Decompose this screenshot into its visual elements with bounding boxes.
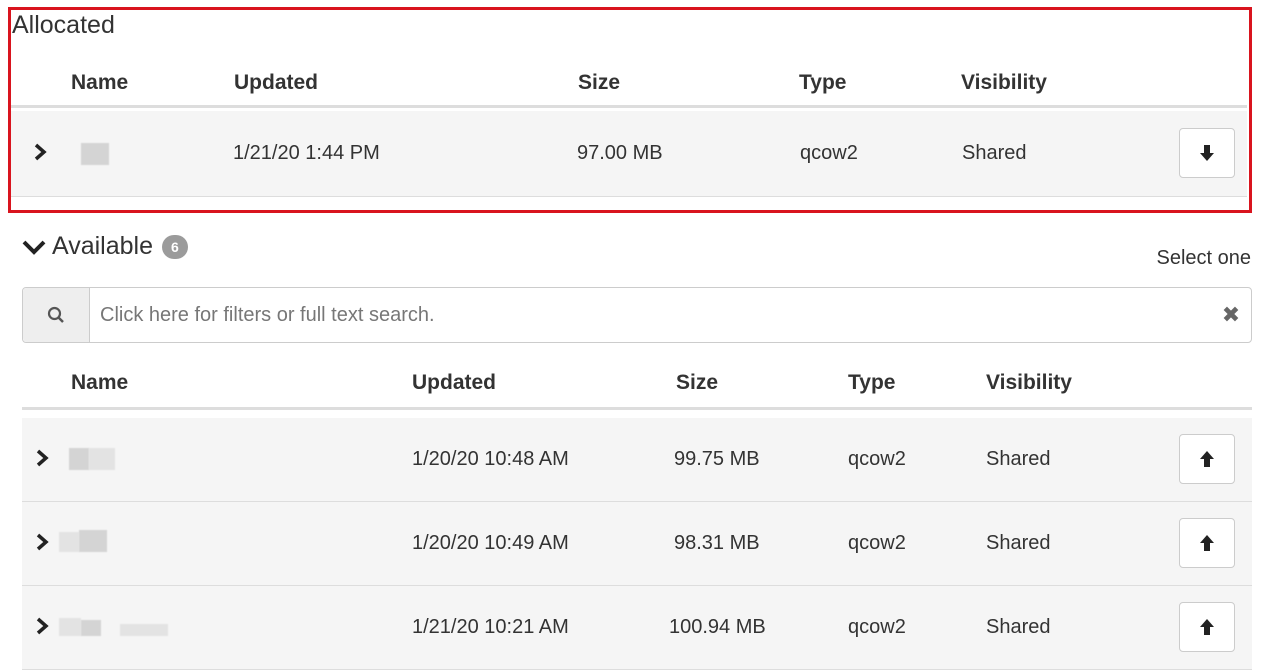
cell-visibility: Shared bbox=[962, 142, 1027, 164]
chevron-right-icon[interactable] bbox=[35, 615, 49, 641]
cell-size: 99.75 MB bbox=[674, 448, 760, 470]
cell-visibility: Shared bbox=[986, 532, 1051, 554]
redacted-name bbox=[69, 448, 89, 470]
chevron-down-icon bbox=[22, 240, 46, 255]
close-icon[interactable]: ✖ bbox=[1211, 288, 1251, 342]
available-count-badge: 6 bbox=[162, 234, 188, 259]
search-input[interactable] bbox=[90, 288, 1211, 342]
cell-visibility: Shared bbox=[986, 448, 1051, 470]
cell-size: 100.94 MB bbox=[669, 616, 766, 638]
arrow-up-icon bbox=[1200, 619, 1214, 635]
chevron-right-icon[interactable] bbox=[35, 447, 49, 473]
search-icon[interactable] bbox=[23, 288, 90, 342]
table-row: 1/20/20 10:48 AM 99.75 MB qcow2 Shared bbox=[22, 418, 1252, 502]
available-title: Available bbox=[52, 232, 154, 260]
cell-type: qcow2 bbox=[848, 532, 906, 554]
redacted-name bbox=[89, 448, 115, 470]
cell-size: 98.31 MB bbox=[674, 532, 760, 554]
redacted-name bbox=[59, 532, 79, 552]
available-table-header: Name Updated Size Type Visibility bbox=[22, 358, 1252, 410]
allocate-button[interactable] bbox=[1179, 518, 1235, 568]
cell-size: 97.00 MB bbox=[577, 142, 663, 164]
column-header-size[interactable]: Size bbox=[676, 371, 718, 395]
available-section-toggle[interactable]: Available 6 bbox=[22, 232, 188, 261]
column-header-name[interactable]: Name bbox=[71, 371, 128, 395]
table-row: 1/21/20 1:44 PM 97.00 MB qcow2 Shared bbox=[11, 111, 1247, 197]
chevron-right-icon[interactable] bbox=[33, 141, 47, 167]
chevron-right-icon[interactable] bbox=[35, 531, 49, 557]
column-header-size[interactable]: Size bbox=[578, 71, 620, 95]
arrow-up-icon bbox=[1200, 535, 1214, 551]
column-header-visibility[interactable]: Visibility bbox=[961, 71, 1047, 95]
search-bar: ✖ bbox=[22, 287, 1252, 343]
cell-type: qcow2 bbox=[848, 616, 906, 638]
column-header-type[interactable]: Type bbox=[848, 371, 895, 395]
column-header-visibility[interactable]: Visibility bbox=[986, 371, 1072, 395]
allocate-button[interactable] bbox=[1179, 434, 1235, 484]
redacted-name bbox=[79, 530, 107, 552]
cell-updated: 1/20/20 10:48 AM bbox=[412, 448, 569, 470]
select-hint: Select one bbox=[1156, 247, 1251, 269]
column-header-updated[interactable]: Updated bbox=[412, 371, 496, 395]
redacted-name bbox=[59, 618, 81, 636]
deallocate-button[interactable] bbox=[1179, 128, 1235, 178]
cell-updated: 1/21/20 10:21 AM bbox=[412, 616, 569, 638]
column-header-name[interactable]: Name bbox=[71, 71, 128, 95]
cell-updated: 1/20/20 10:49 AM bbox=[412, 532, 569, 554]
table-row: 1/20/20 10:49 AM 98.31 MB qcow2 Shared bbox=[22, 502, 1252, 586]
cell-type: qcow2 bbox=[800, 142, 858, 164]
table-row: 1/21/20 10:21 AM 100.94 MB qcow2 Shared bbox=[22, 586, 1252, 670]
column-header-type[interactable]: Type bbox=[799, 71, 846, 95]
arrow-up-icon bbox=[1200, 451, 1214, 467]
allocated-title: Allocated bbox=[12, 11, 115, 39]
redacted-name bbox=[120, 624, 168, 636]
allocated-table-header: Name Updated Size Type Visibility bbox=[11, 60, 1247, 108]
redacted-name bbox=[81, 143, 109, 165]
column-header-updated[interactable]: Updated bbox=[234, 71, 318, 95]
cell-visibility: Shared bbox=[986, 616, 1051, 638]
cell-type: qcow2 bbox=[848, 448, 906, 470]
allocate-button[interactable] bbox=[1179, 602, 1235, 652]
arrow-down-icon bbox=[1200, 145, 1214, 161]
redacted-name bbox=[81, 620, 101, 636]
cell-updated: 1/21/20 1:44 PM bbox=[233, 142, 380, 164]
